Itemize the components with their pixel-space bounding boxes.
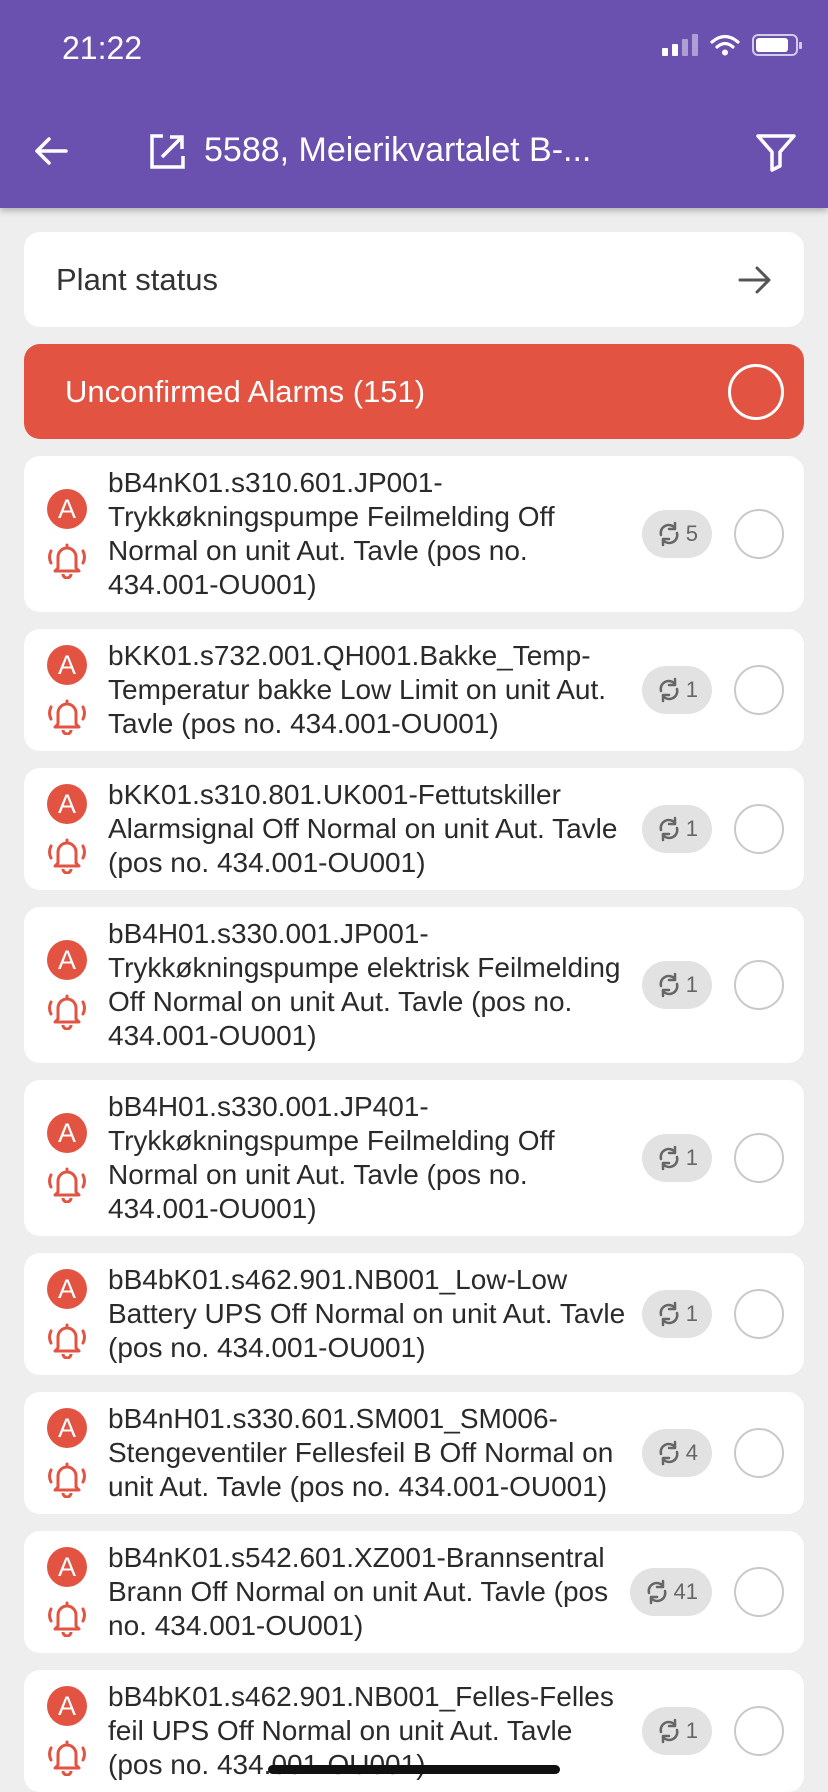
repeat-count-badge: 1 [641,805,712,853]
repeat-count: 1 [685,1145,698,1170]
alarm-text: bKK01.s310.801.UK001-Fettutskiller Alarm… [108,779,618,878]
plant-status-card[interactable]: Plant status [24,232,804,327]
sync-icon [659,816,679,842]
select-all-checkbox[interactable] [728,363,784,420]
repeat-count: 1 [685,1718,698,1743]
confirm-checkbox[interactable] [734,1289,784,1339]
alarm-icons: A [46,1269,88,1359]
alarm-row[interactable]: AbKK01.s310.801.UK001-Fettutskiller Alar… [24,768,804,890]
sync-icon [659,1440,679,1466]
unconfirmed-alarms-header: Unconfirmed Alarms (151) [24,344,804,439]
bell-ringing-icon [48,1323,86,1359]
sync-icon [659,1718,679,1744]
repeat-count-badge: 4 [641,1429,712,1477]
alarm-type-badge: A [47,489,87,529]
alarm-row[interactable]: AbB4bK01.s462.901.NB001_Low-Low Battery … [24,1253,804,1375]
status-icons [662,34,802,56]
repeat-count-badge: 1 [641,666,712,714]
arrow-left-icon [35,137,68,165]
plant-status-label: Plant status [56,261,218,297]
wifi-icon [710,34,740,56]
alarm-list: AbB4nK01.s310.601.JP001-Trykkøkningspump… [24,456,804,1792]
alarm-icons: A [46,1408,88,1498]
repeat-count: 1 [685,677,698,702]
alarm-text: bB4nK01.s542.601.XZ001-Brannsentral Bran… [108,1542,609,1641]
repeat-count: 5 [685,521,698,546]
alarm-type-badge: A [47,1269,87,1309]
alarm-type-badge: A [47,1408,87,1448]
filter-icon[interactable] [754,130,798,174]
confirm-checkbox[interactable] [734,1567,784,1617]
battery-icon [752,34,802,56]
alarm-icons: A [46,784,88,874]
sync-icon [659,521,679,547]
sync-icon [659,677,679,703]
arrow-right-icon [738,266,771,293]
bell-ringing-icon [48,1462,86,1498]
alarm-icons: A [46,1113,88,1203]
bell-ringing-icon [48,1167,86,1203]
sync-icon [647,1579,667,1605]
alarm-text: bKK01.s732.001.QH001.Bakke_Temp-Temperat… [108,640,607,739]
confirm-checkbox[interactable] [734,1428,784,1478]
alarm-icons: A [46,489,88,579]
confirm-checkbox[interactable] [734,509,784,559]
confirm-checkbox[interactable] [734,665,784,715]
bell-ringing-icon [48,543,86,579]
repeat-count: 41 [673,1579,698,1604]
repeat-count: 1 [685,1301,698,1326]
alarm-type-badge: A [47,784,87,824]
repeat-count-badge: 1 [641,1707,712,1755]
alarm-row[interactable]: AbB4H01.s330.001.JP001-Trykkøkningspumpe… [24,907,804,1063]
repeat-count: 4 [685,1440,698,1465]
unconfirmed-alarms-label: Unconfirmed Alarms (151) [65,373,426,409]
repeat-count-badge: 1 [641,961,712,1009]
alarm-text: bB4nH01.s330.601.SM001_SM006-Stengeventi… [108,1403,614,1502]
cellular-signal-icon [662,34,698,56]
alarm-type-badge: A [47,645,87,685]
alarm-row[interactable]: AbB4nH01.s330.601.SM001_SM006-Stengevent… [24,1392,804,1514]
bell-ringing-icon [48,1740,86,1776]
alarm-text: bB4H01.s330.001.JP401-Trykkøkningspumpe … [108,1091,555,1224]
confirm-checkbox[interactable] [734,1133,784,1183]
alarm-text: bB4nK01.s310.601.JP001-Trykkøkningspumpe… [108,467,555,600]
alarm-text: bB4H01.s330.001.JP001-Trykkøkningspumpe … [108,918,621,1051]
alarm-type-badge: A [47,1547,87,1587]
external-link-icon[interactable] [148,131,188,171]
bell-ringing-icon [48,994,86,1030]
repeat-count-badge: 41 [629,1568,712,1616]
sync-icon [659,1301,679,1327]
alarm-row[interactable]: AbKK01.s732.001.QH001.Bakke_Temp-Tempera… [24,629,804,751]
status-time: 21:22 [62,30,143,66]
home-indicator [268,1765,560,1774]
main-content: Plant status Unconfirmed Alarms (151) Ab… [24,232,804,1792]
alarm-type-badge: A [47,1113,87,1153]
alarm-row[interactable]: AbB4H01.s330.001.JP401-Trykkøkningspumpe… [24,1080,804,1236]
repeat-count: 1 [685,972,698,997]
back-button[interactable] [28,128,74,174]
repeat-count-badge: 1 [641,1134,712,1182]
page-title: 5588, Meierikvartalet B-... [204,131,592,169]
alarm-type-badge: A [47,1686,87,1726]
sync-icon [659,972,679,998]
confirm-checkbox[interactable] [734,804,784,854]
repeat-count-badge: 1 [641,1290,712,1338]
alarm-icons: A [46,1547,88,1637]
alarm-text: bB4bK01.s462.901.NB001_Low-Low Battery U… [108,1264,626,1363]
alarm-icons: A [46,645,88,735]
alarm-icons: A [46,1686,88,1776]
alarm-type-badge: A [47,940,87,980]
bell-ringing-icon [48,838,86,874]
bell-ringing-icon [48,699,86,735]
alarm-row[interactable]: AbB4nK01.s542.601.XZ001-Brannsentral Bra… [24,1531,804,1653]
repeat-count-badge: 5 [641,510,712,558]
alarm-row[interactable]: AbB4nK01.s310.601.JP001-Trykkøkningspump… [24,456,804,612]
alarm-icons: A [46,940,88,1030]
app-bar: 21:22 5588, Meierikvartalet B-... [0,0,828,208]
bell-ringing-icon [48,1601,86,1637]
repeat-count: 1 [685,816,698,841]
sync-icon [659,1145,679,1171]
confirm-checkbox[interactable] [734,1706,784,1756]
confirm-checkbox[interactable] [734,960,784,1010]
